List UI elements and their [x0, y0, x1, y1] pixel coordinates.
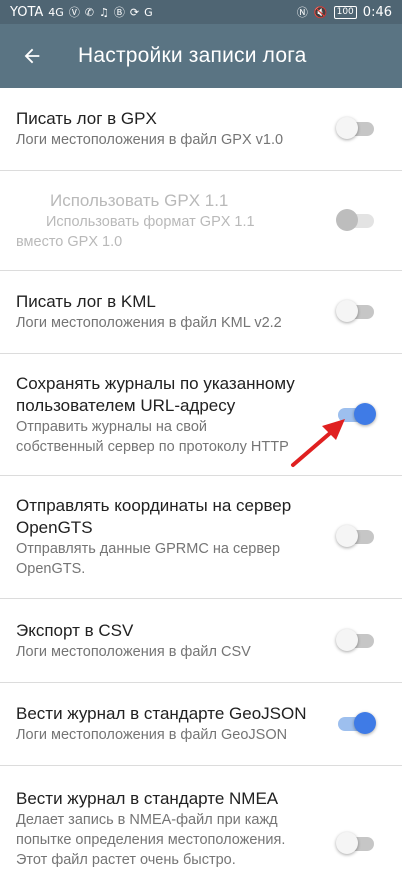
setting-title: Использовать GPX 1.1: [50, 190, 229, 210]
toggle-thumb: [336, 628, 358, 651]
clock: 0:46: [362, 4, 392, 20]
setting-summary: Делает запись в NMEA-файл при кажд попыт…: [16, 810, 332, 870]
setting-summary-line: Делает запись в NMEA-файл при кажд: [16, 812, 278, 828]
setting-summary-line: Отправлять данные GPRMC на сервер: [16, 541, 281, 557]
setting-opengts[interactable]: Отправлять координаты на сервер OpenGTS …: [0, 476, 402, 599]
setting-title-line: Сохранять журналы по указанному: [16, 373, 295, 393]
setting-summary: Логи местоположения в файл GPX v1.0: [16, 132, 284, 148]
page-title: Настройки записи лога: [78, 44, 307, 67]
toggle-thumb: [354, 402, 376, 425]
setting-title: Писать лог в KML: [16, 292, 156, 311]
mute-icon: 🔇: [313, 5, 328, 19]
setting-summary: Отправить журналы на свой собственный се…: [16, 417, 332, 457]
toggle-thumb: [336, 117, 358, 139]
setting-title: Писать лог в GPX: [16, 109, 157, 128]
v-icon: Ⓥ: [68, 5, 80, 19]
setting-custom-url[interactable]: Сохранять журналы по указанному пользова…: [0, 354, 402, 476]
toggle-kml[interactable]: [336, 300, 374, 322]
setting-nmea[interactable]: Вести журнал в стандарте NMEA Делает зап…: [0, 766, 402, 873]
setting-geojson[interactable]: Вести журнал в стандарте GeoJSON Логи ме…: [0, 683, 402, 766]
toggle-thumb: [336, 832, 358, 854]
g-icon: G: [144, 5, 153, 19]
setting-summary-line: Использовать формат GPX 1.1: [46, 213, 255, 230]
setting-title-line: Отправлять координаты на сервер: [16, 496, 292, 515]
toggle-csv[interactable]: [336, 628, 374, 651]
toggle-thumb: [354, 712, 376, 734]
setting-summary: Логи местоположения в файл GeoJSON: [16, 727, 288, 743]
status-bar: YOTA 4G Ⓥ ✆ ♫ Ⓑ ⟳ G Ⓝ 🔇 100 0:46: [0, 0, 402, 24]
setting-summary-line: Этот файл растет очень быстро.: [16, 852, 236, 868]
toggle-thumb: [336, 208, 358, 231]
toggle-gpx[interactable]: [336, 117, 374, 139]
setting-summary-line: OpenGTS.: [16, 561, 86, 577]
carrier-label: YOTA: [10, 4, 44, 20]
setting-title: Вести журнал в стандарте GeoJSON: [16, 704, 307, 723]
setting-kml[interactable]: Писать лог в KML Логи местоположения в ф…: [0, 271, 402, 354]
arrow-left-icon: [24, 48, 40, 64]
toggle-geojson[interactable]: [338, 712, 376, 734]
nfc-icon: Ⓝ: [296, 5, 308, 19]
setting-csv[interactable]: Экспорт в CSV Логи местоположения в файл…: [0, 599, 402, 683]
app-bar: Настройки записи лога: [0, 24, 402, 88]
setting-title: Вести журнал в стандарте NMEA: [16, 789, 279, 808]
toggle-custom-url[interactable]: [338, 402, 376, 425]
toggle-gpx11: [336, 208, 374, 231]
back-button[interactable]: [0, 24, 64, 88]
battery-icon: 100: [333, 5, 357, 19]
settings-list: Писать лог в GPX Логи местоположения в ф…: [0, 88, 402, 873]
setting-summary: Логи местоположения в файл KML v2.2: [16, 315, 282, 331]
toggle-thumb: [336, 525, 358, 547]
setting-title-line: OpenGTS: [16, 518, 93, 537]
setting-summary-line: Отправить журналы на свой: [16, 418, 207, 435]
setting-summary-line: собственный сервер по протоколу HTTP: [16, 438, 289, 455]
setting-title: Экспорт в CSV: [16, 620, 134, 640]
setting-title: Отправлять координаты на сервер OpenGTS: [16, 495, 332, 539]
setting-summary: Использовать формат GPX 1.1 вместо GPX 1…: [16, 212, 332, 252]
sync-icon: ⟳: [129, 5, 140, 19]
setting-summary-line: вместо GPX 1.0: [16, 233, 123, 250]
setting-gpx11: Использовать GPX 1.1 Использовать формат…: [0, 171, 402, 271]
b-icon: Ⓑ: [113, 5, 125, 19]
setting-summary-line: попытке определения местоположения.: [16, 832, 286, 848]
toggle-thumb: [336, 300, 358, 322]
setting-gpx[interactable]: Писать лог в GPX Логи местоположения в ф…: [0, 88, 402, 171]
phone-icon: ✆: [84, 5, 95, 19]
bell-icon: ♫: [99, 5, 109, 19]
setting-summary: Отправлять данные GPRMC на сервер OpenGT…: [16, 539, 332, 579]
setting-title-line: пользователем URL-адресу: [16, 395, 236, 415]
signal-label: 4G: [48, 5, 64, 19]
toggle-opengts[interactable]: [336, 525, 374, 547]
setting-title: Сохранять журналы по указанному пользова…: [16, 373, 332, 417]
toggle-nmea[interactable]: [336, 832, 374, 854]
setting-summary: Логи местоположения в файл CSV: [16, 643, 251, 660]
